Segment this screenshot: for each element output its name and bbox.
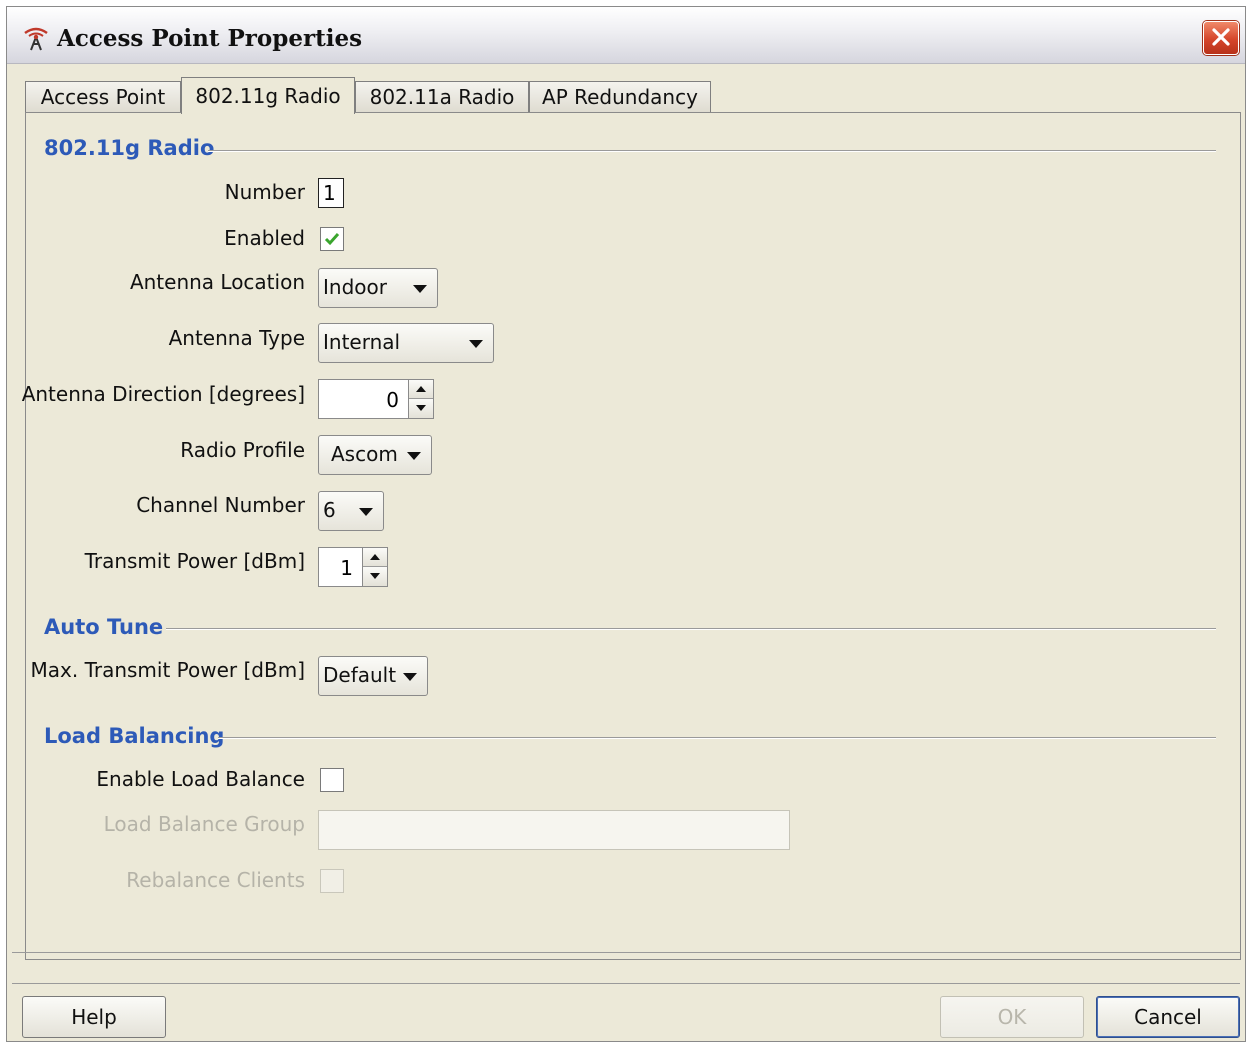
enabled-label: Enabled	[224, 226, 305, 250]
enabled-checkbox[interactable]	[320, 227, 344, 251]
close-icon	[1212, 28, 1230, 46]
close-button[interactable]	[1203, 21, 1239, 55]
channel-number-select[interactable]: 6	[318, 491, 384, 531]
section-divider	[208, 150, 1216, 152]
load-balance-group-label: Load Balance Group	[103, 812, 305, 836]
antenna-icon	[23, 27, 49, 51]
spinner-buttons	[408, 380, 433, 418]
status-bar	[12, 952, 1240, 984]
antenna-location-select[interactable]: Indoor	[318, 268, 438, 308]
antenna-direction-value: 0	[386, 388, 399, 412]
tab-access-point[interactable]: Access Point	[25, 81, 181, 113]
antenna-type-select[interactable]: Internal	[318, 323, 494, 363]
max-transmit-power-label: Max. Transmit Power [dBm]	[30, 658, 305, 682]
spin-down-icon[interactable]	[409, 399, 433, 418]
section-title-auto-tune: Auto Tune	[44, 615, 164, 639]
section-divider	[218, 737, 1216, 739]
spin-down-icon[interactable]	[363, 567, 387, 586]
antenna-direction-spinner[interactable]: 0	[318, 379, 434, 419]
tab-ap-redundancy[interactable]: AP Redundancy	[529, 81, 711, 113]
spin-up-icon[interactable]	[409, 380, 433, 399]
help-button[interactable]: Help	[22, 996, 166, 1038]
antenna-type-value: Internal	[323, 330, 401, 354]
tab-802-11a-radio[interactable]: 802.11a Radio	[355, 81, 529, 113]
chevron-down-icon	[407, 452, 421, 460]
spinner-buttons	[362, 548, 387, 586]
chevron-down-icon	[413, 285, 427, 293]
transmit-power-value: 1	[340, 556, 353, 580]
cancel-button[interactable]: Cancel	[1096, 996, 1240, 1038]
window-title: Access Point Properties	[57, 25, 363, 52]
spin-up-icon[interactable]	[363, 548, 387, 567]
antenna-location-label: Antenna Location	[129, 270, 305, 294]
ok-button[interactable]: OK	[940, 996, 1084, 1038]
enable-load-balance-checkbox[interactable]	[320, 768, 344, 792]
number-field[interactable]: 1	[318, 178, 344, 208]
chevron-down-icon	[469, 340, 483, 348]
load-balance-group-field[interactable]	[318, 810, 790, 850]
enable-load-balance-label: Enable Load Balance	[96, 767, 305, 791]
tab-strip: Access Point 802.11g Radio 802.11a Radio…	[25, 77, 1239, 114]
radio-profile-select[interactable]: Ascom	[318, 435, 432, 475]
radio-profile-value: Ascom	[331, 442, 398, 466]
section-title-802-11g-radio: 802.11g Radio	[44, 136, 215, 160]
antenna-direction-label: Antenna Direction [degrees]	[21, 382, 305, 406]
number-label: Number	[224, 180, 305, 204]
tab-802-11g-radio[interactable]: 802.11g Radio	[181, 77, 355, 114]
section-title-load-balancing: Load Balancing	[44, 724, 225, 748]
antenna-type-label: Antenna Type	[168, 326, 305, 350]
transmit-power-spinner[interactable]: 1	[318, 547, 388, 587]
channel-number-value: 6	[323, 498, 336, 522]
chevron-down-icon	[359, 508, 373, 516]
rebalance-clients-label: Rebalance Clients	[126, 868, 305, 892]
radio-profile-label: Radio Profile	[180, 438, 305, 462]
checkmark-icon	[324, 233, 340, 246]
channel-number-label: Channel Number	[136, 493, 305, 517]
antenna-location-value: Indoor	[323, 275, 387, 299]
rebalance-clients-checkbox[interactable]	[320, 869, 344, 893]
transmit-power-label: Transmit Power [dBm]	[84, 549, 305, 573]
chevron-down-icon	[403, 673, 417, 681]
max-transmit-power-select[interactable]: Default	[318, 656, 428, 696]
max-transmit-power-value: Default	[323, 663, 397, 687]
title-bar[interactable]: Access Point Properties	[7, 7, 1245, 64]
section-divider	[166, 628, 1216, 630]
